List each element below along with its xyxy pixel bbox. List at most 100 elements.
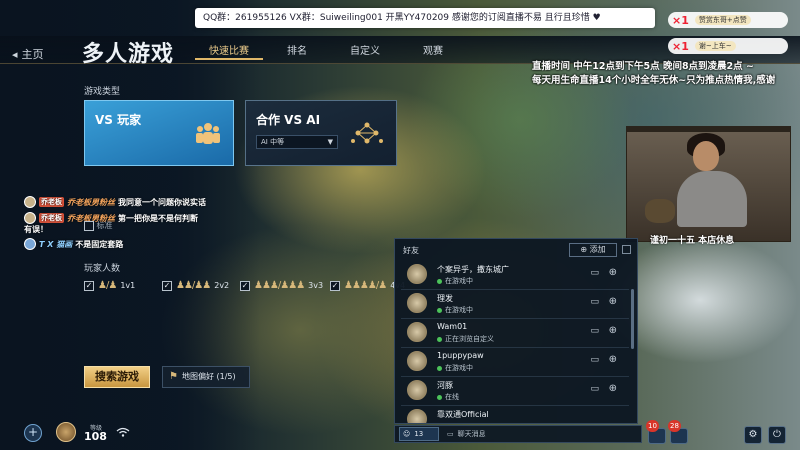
- invite-icon[interactable]: ⊕: [609, 267, 617, 278]
- checkbox[interactable]: ✓: [240, 280, 250, 291]
- settings-gear-icon[interactable]: ⚙: [744, 426, 762, 444]
- friend-name: 理发: [437, 294, 453, 303]
- gift-multiplier: ×1: [672, 13, 689, 27]
- players-group-icon: [195, 121, 221, 151]
- online-dot: [437, 336, 442, 342]
- option-2v2[interactable]: ✓ ♟♟/♟♟ 2v2: [162, 280, 229, 291]
- page-title: 多人游戏: [82, 42, 175, 67]
- chat-message: 乔老板 乔老板男粉丝 我同意一个问题你说实话: [24, 196, 206, 208]
- faint-option-text: 标准: [96, 221, 113, 230]
- avatar[interactable]: [56, 422, 76, 442]
- power-icon[interactable]: ⏻: [768, 426, 786, 444]
- chat-bubble-icon[interactable]: ▭: [590, 355, 599, 365]
- chat-bubble-icon[interactable]: ▭: [590, 268, 599, 278]
- webcam-frame: [626, 126, 791, 132]
- checkbox[interactable]: [84, 220, 94, 231]
- online-dot: [437, 307, 442, 313]
- streamer-body: [677, 171, 747, 227]
- chat-placeholder: 聊天消息: [457, 430, 486, 438]
- chat-bubble-icon[interactable]: ▭: [590, 384, 599, 394]
- checkbox[interactable]: ✓: [84, 280, 94, 291]
- add-friend-button[interactable]: ⊕ 添加: [569, 243, 617, 257]
- friend-row[interactable]: 河豚 在线 ▭ ⊕: [401, 377, 629, 406]
- person-icon: ♟♟/♟♟: [176, 280, 211, 291]
- friends-panel: 好友 ⊕ 添加 个案异乎，撒东城广 在游戏中 ▭ ⊕ 理发 在游戏中 ▭ ⊕ W…: [394, 238, 638, 424]
- friend-status: 正在浏览自定义: [437, 334, 494, 344]
- chat-bubble-icon[interactable]: ▭: [590, 297, 599, 307]
- avatar: [407, 293, 427, 313]
- wifi-icon: [116, 427, 130, 440]
- chat-text-continued: 有误！: [24, 225, 48, 234]
- avatar: [24, 196, 36, 208]
- person-icon: ♟♟♟♟/♟: [344, 280, 387, 291]
- stream-schedule-line: 每天用生命直播14个小时全年无休~只为推点热情我,感谢: [532, 75, 776, 86]
- friend-row[interactable]: 个案异乎，撒东城广 在游戏中 ▭ ⊕: [401, 261, 629, 290]
- faint-option-label: 标准: [84, 220, 113, 231]
- notification-badge: 10: [646, 420, 659, 432]
- invite-icon[interactable]: ⊕: [609, 325, 617, 336]
- option-label: 2v2: [214, 281, 230, 290]
- avatar: [407, 380, 427, 400]
- online-dot: [437, 365, 442, 371]
- chevron-down-icon: ▼: [327, 138, 333, 146]
- map-preference-button[interactable]: ⚑ 地图偏好 (1/5): [162, 366, 250, 388]
- tab-quick-match[interactable]: 快速比赛: [195, 44, 263, 60]
- game-type-label: 游戏类型: [84, 87, 121, 97]
- avatar: [407, 322, 427, 342]
- checkbox[interactable]: ✓: [330, 280, 340, 291]
- friend-status-text: 在游戏中: [445, 277, 473, 285]
- back-arrow-icon: ◂: [12, 47, 18, 61]
- streamer-head: [693, 141, 719, 171]
- option-1v1[interactable]: ✓ ♟/♟ 1v1: [84, 280, 135, 291]
- option-label: 3v3: [308, 281, 324, 290]
- friend-row[interactable]: Wam01 正在浏览自定义 ▭ ⊕: [401, 319, 629, 348]
- tab-ranked[interactable]: 排名: [263, 44, 331, 60]
- gift-notice: ×1 赞赏东哥+点赞: [668, 12, 788, 28]
- home-link[interactable]: ◂ 主页: [12, 46, 44, 62]
- friend-status: 在游戏中: [437, 276, 473, 286]
- ai-difficulty-value: AI 中等: [261, 138, 285, 146]
- add-icon[interactable]: +: [24, 424, 42, 442]
- friends-online-button[interactable]: ☺ 13: [399, 427, 439, 441]
- friend-status: 在游戏中: [437, 363, 473, 373]
- friends-online-count: 13: [414, 430, 424, 438]
- invite-icon[interactable]: ⊕: [609, 354, 617, 365]
- minimize-icon[interactable]: [622, 245, 631, 254]
- tab-spectate[interactable]: 观赛: [399, 44, 467, 60]
- avatar: [24, 212, 36, 224]
- fan-badge: 乔老板: [39, 213, 64, 223]
- vs-ai-card[interactable]: 合作 VS AI AI 中等 ▼: [245, 100, 397, 166]
- friends-scrollbar[interactable]: [631, 289, 634, 349]
- invite-icon[interactable]: ⊕: [609, 383, 617, 394]
- add-friend-label: 添加: [589, 245, 606, 254]
- friend-status-text: 在游戏中: [445, 306, 473, 314]
- ai-difficulty-select[interactable]: AI 中等 ▼: [256, 135, 338, 149]
- option-3v3[interactable]: ✓ ♟♟♟/♟♟♟ 3v3: [240, 280, 323, 291]
- cooking-pot: [645, 199, 675, 223]
- chat-message-input[interactable]: ▭ 聊天消息: [443, 427, 633, 441]
- message-badge: 28: [668, 420, 681, 432]
- chat-username: T X 猫画: [39, 239, 73, 249]
- avatar: [407, 351, 427, 371]
- friend-name: 河豚: [437, 381, 453, 390]
- invite-icon[interactable]: ⊕: [609, 296, 617, 307]
- chat-username: 乔老板男粉丝: [67, 197, 115, 207]
- checkbox[interactable]: ✓: [162, 280, 172, 291]
- chat-bubble-icon[interactable]: ▭: [590, 326, 599, 336]
- friend-status-text: 在线: [445, 393, 459, 401]
- gift-tag: 谢~上车~: [694, 41, 736, 51]
- tab-custom[interactable]: 自定义: [331, 44, 399, 60]
- vs-player-card[interactable]: VS 玩家: [84, 100, 234, 166]
- player-count-label: 玩家人数: [84, 264, 121, 274]
- search-game-button[interactable]: 搜索游戏: [84, 366, 150, 388]
- level-value: 108: [84, 430, 107, 443]
- friend-row[interactable]: 1puppypaw 在游戏中 ▭ ⊕: [401, 348, 629, 377]
- chat-bar: ☺ 13 ▭ 聊天消息: [394, 425, 642, 443]
- friend-row[interactable]: 靠双通Official: [401, 406, 629, 423]
- option-label: 1v1: [120, 281, 136, 290]
- vs-player-title: VS 玩家: [95, 113, 142, 127]
- fan-badge: 乔老板: [39, 197, 64, 207]
- mode-tabs: 快速比赛 排名 自定义 观赛: [195, 44, 467, 60]
- friend-row[interactable]: 理发 在游戏中 ▭ ⊕: [401, 290, 629, 319]
- person-icon: ♟♟♟/♟♟♟: [254, 280, 305, 291]
